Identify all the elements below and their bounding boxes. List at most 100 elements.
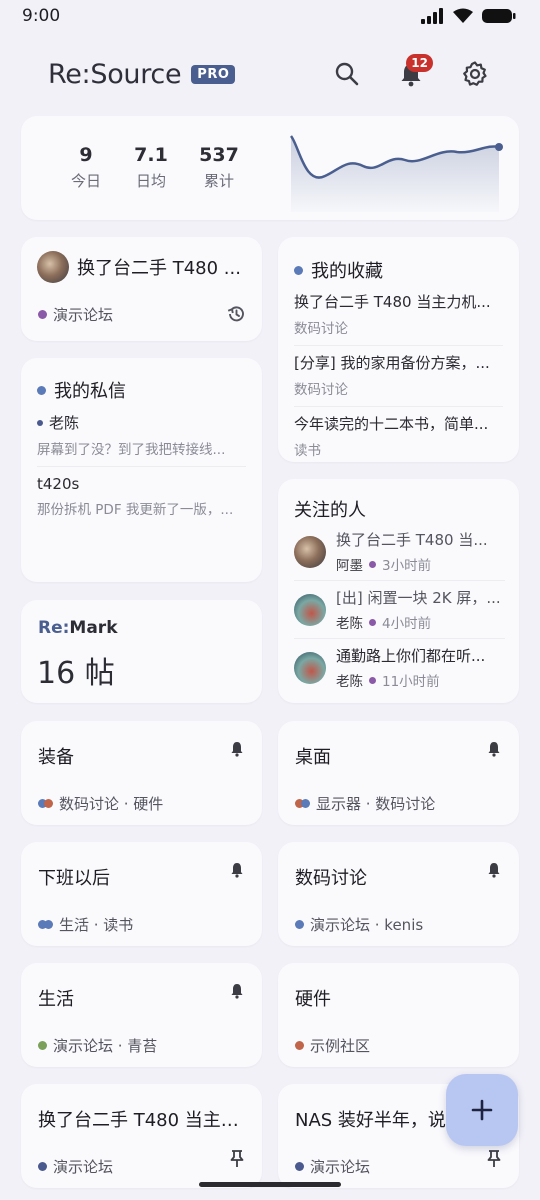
time-dot [369, 560, 376, 568]
remark-brand: Re:Mark [38, 618, 118, 638]
category-dots [295, 799, 310, 808]
subscription-title: 生活 [38, 989, 74, 1010]
followed-post-time: 3小时前 [382, 558, 432, 574]
followed-post-author: 老陈 [336, 616, 363, 632]
followed-post[interactable]: 通勤路上你们都在听... 老陈 11小时前 [294, 639, 505, 690]
bell-icon[interactable] [487, 741, 501, 757]
new-post-button[interactable] [446, 1074, 518, 1146]
subscription-title: 硬件 [295, 989, 331, 1010]
favorite-item[interactable]: 换了台二手 T480 当主力机... 数码讨论 [294, 289, 503, 345]
favorites-card[interactable]: 我的收藏 换了台二手 T480 当主力机... 数码讨论 [分享] 我的家用备份… [278, 237, 519, 462]
avatar [294, 535, 326, 568]
avatar [37, 251, 69, 283]
favorites-title: 我的收藏 [311, 261, 383, 282]
stat-daily-avg-label: 日均 [135, 172, 166, 190]
unread-dot [37, 419, 43, 426]
subscription-card[interactable]: 桌面 显示器 · 数码讨论 [278, 721, 519, 825]
subscription-title: 桌面 [295, 747, 331, 768]
subscription-card[interactable]: 下班以后 生活 · 读书 [21, 842, 262, 946]
subscription-meta: 演示论坛 · 青苔 [53, 1037, 158, 1055]
bell-icon[interactable] [230, 862, 244, 878]
time-dot [369, 676, 376, 684]
status-time: 9:00 [22, 6, 61, 26]
followed-post-time: 11小时前 [382, 674, 440, 690]
category-dots [38, 799, 53, 808]
stat-total-value: 537 [199, 144, 239, 166]
subscription-card[interactable]: 硬件 示例社区 [278, 963, 519, 1067]
bell-icon[interactable] [230, 983, 244, 999]
category-dot [38, 1041, 47, 1050]
subscription-meta: 演示论坛 · kenis [310, 916, 424, 934]
home-indicator [199, 1182, 341, 1187]
messages-card[interactable]: 我的私信 老陈 屏幕到了没？到了我把转接线... t420s 那份拆机 PDF … [21, 358, 262, 582]
pinned-thread-meta: 演示论坛 [53, 1158, 114, 1176]
pinned-thread-title: 换了台二手 T480 当主力... [38, 1110, 246, 1131]
favorite-item-title: 今年读完的十二本书，简单... [294, 415, 489, 433]
stats-card[interactable]: 9 今日 7.1 日均 537 累计 [21, 116, 519, 220]
message-preview: 屏幕到了没？到了我把转接线... [37, 442, 226, 458]
subscription-meta: 生活 · 读书 [59, 916, 134, 934]
following-card[interactable]: 关注的人 换了台二手 T480 当... 阿墨 3小时前 [出] 闲置一块 2K… [278, 479, 519, 703]
settings-button[interactable] [458, 57, 492, 91]
followed-post-time: 4小时前 [382, 616, 432, 632]
avatar [294, 651, 326, 684]
category-dot [295, 920, 304, 929]
stat-daily-avg: 7.1 日均 [121, 144, 181, 191]
stat-daily-avg-value: 7.1 [134, 144, 168, 166]
followed-post-title: 换了台二手 T480 当... [336, 531, 488, 549]
history-icon[interactable] [226, 304, 246, 324]
subscription-meta: 显示器 · 数码讨论 [316, 795, 436, 813]
message-item[interactable]: 老陈 屏幕到了没？到了我把转接线... [37, 410, 246, 466]
sparkline-end-point [495, 143, 503, 151]
followed-post-title: [出] 闲置一块 2K 屏，... [336, 589, 501, 607]
followed-post-author: 老陈 [336, 674, 363, 690]
subscription-title: 下班以后 [38, 868, 110, 889]
remark-card[interactable]: Re:Mark 16 帖 [21, 600, 262, 703]
activity-sparkline [289, 135, 503, 212]
pinned-thread-card[interactable]: 换了台二手 T480 当主力... 演示论坛 [21, 1084, 262, 1188]
search-button[interactable] [330, 57, 364, 91]
time-dot [369, 618, 376, 626]
pin-icon[interactable] [487, 1150, 501, 1168]
category-dot [295, 1162, 304, 1171]
messages-title: 我的私信 [54, 381, 126, 402]
followed-post-title: 通勤路上你们都在听... [336, 647, 486, 665]
messages-dot [37, 385, 46, 395]
remark-count: 16 帖 [37, 656, 115, 691]
stat-total-label: 累计 [203, 172, 234, 190]
followed-post[interactable]: 换了台二手 T480 当... 阿墨 3小时前 [294, 529, 505, 580]
message-preview: 那份拆机 PDF 我更新了一版，... [37, 502, 234, 518]
category-dot [38, 1162, 47, 1171]
status-bar: 9:00 [0, 0, 540, 32]
app-header: Re:Source PRO 12 [0, 50, 540, 98]
favorite-item-title: [分享] 我的家用备份方案，... [294, 354, 490, 372]
pin-icon[interactable] [230, 1150, 244, 1168]
recent-thread-card[interactable]: 换了台二手 T480 ... 演示论坛 [21, 237, 262, 341]
subscription-card[interactable]: 生活 演示论坛 · 青苔 [21, 963, 262, 1067]
following-title: 关注的人 [294, 500, 366, 521]
search-icon [335, 62, 359, 86]
notifications-button[interactable]: 12 [394, 54, 433, 91]
favorite-item-title: 换了台二手 T480 当主力机... [294, 293, 491, 311]
bell-icon[interactable] [230, 741, 244, 757]
followed-post[interactable]: [出] 闲置一块 2K 屏，... 老陈 4小时前 [294, 581, 505, 638]
stat-today-label: 今日 [70, 172, 101, 190]
favorite-item[interactable]: [分享] 我的家用备份方案，... 数码讨论 [294, 346, 503, 406]
message-item[interactable]: t420s 那份拆机 PDF 我更新了一版，... [37, 467, 246, 526]
signal-icon [421, 8, 443, 24]
subscription-card[interactable]: 数码讨论 演示论坛 · kenis [278, 842, 519, 946]
followed-post-author: 阿墨 [336, 558, 363, 574]
favorite-item[interactable]: 今年读完的十二本书，简单... 读书 [294, 407, 503, 467]
status-icons [420, 8, 516, 24]
avatar [294, 593, 326, 626]
subscription-card[interactable]: 装备 数码讨论 · 硬件 [21, 721, 262, 825]
bell-icon[interactable] [487, 862, 501, 878]
app-title: Re:Source [48, 58, 182, 90]
subscription-meta: 数码讨论 · 硬件 [59, 795, 164, 813]
gear-icon [463, 61, 487, 86]
favorite-item-forum: 数码讨论 [294, 382, 348, 398]
forum-dot [38, 310, 47, 319]
remark-brand-suffix: Mark [69, 618, 118, 638]
category-dots [38, 920, 53, 929]
message-sender: t420s [37, 475, 80, 493]
